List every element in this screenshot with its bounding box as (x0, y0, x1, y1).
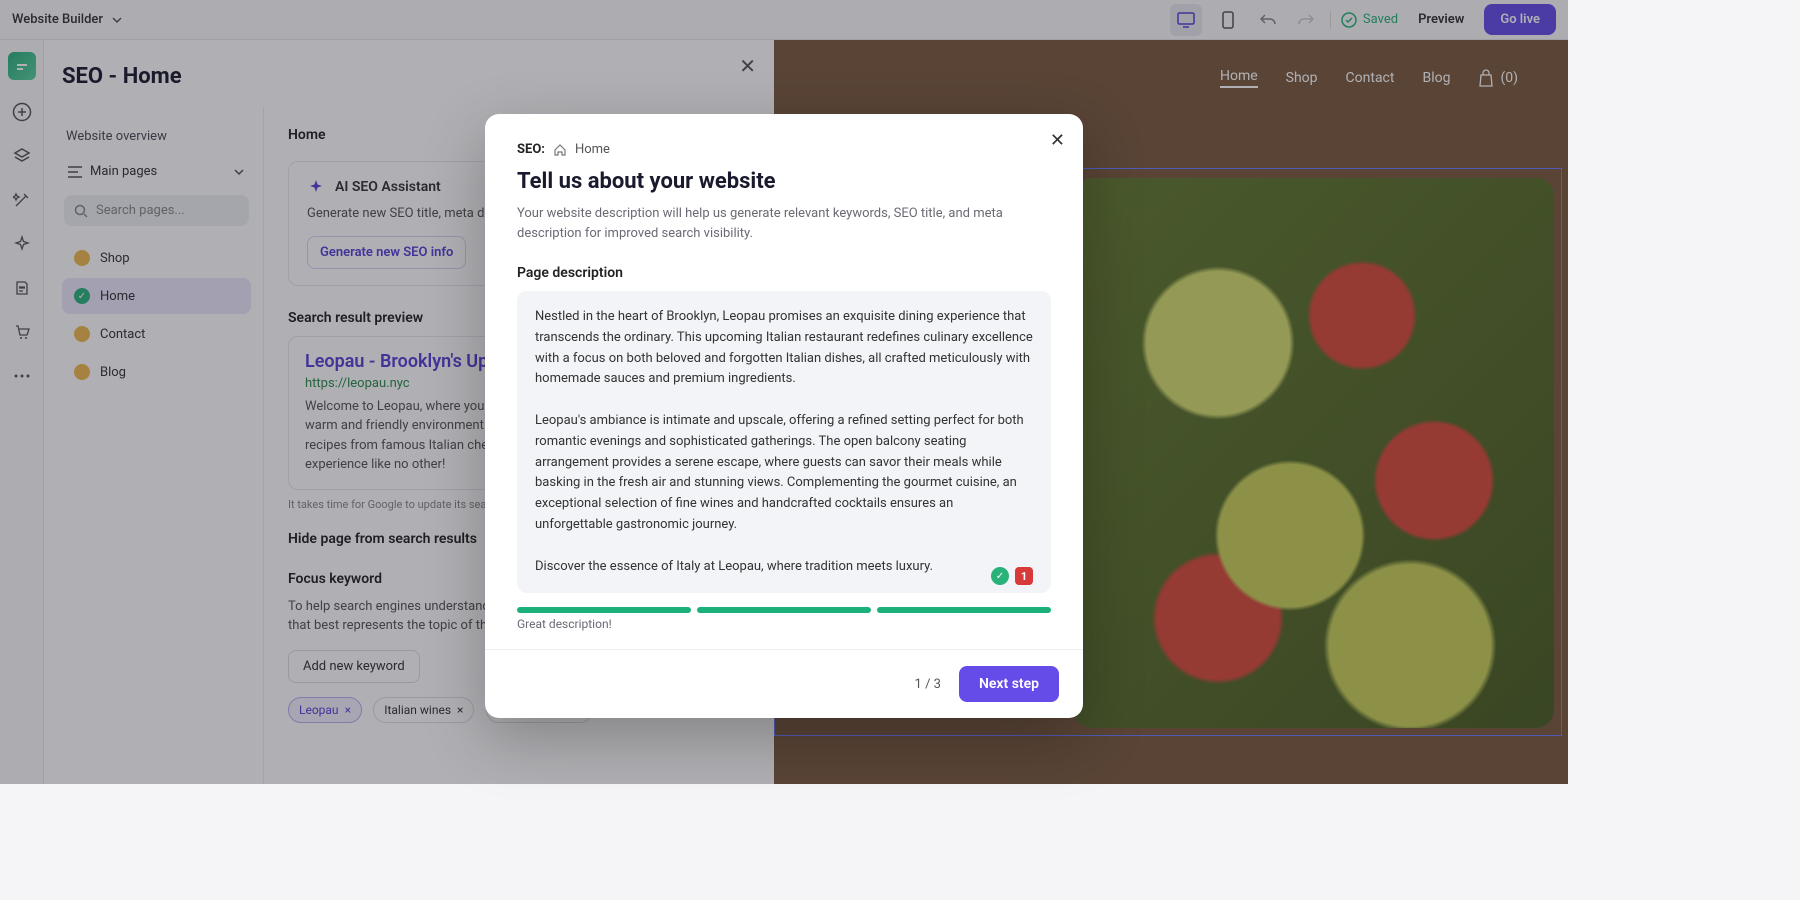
page-description-textarea[interactable] (517, 291, 1051, 593)
grammar-error-badge[interactable]: 1 (1015, 567, 1033, 585)
description-strength-meter (517, 607, 1051, 613)
page-description-label: Page description (517, 265, 1051, 281)
grammar-ok-badge[interactable]: ✓ (991, 567, 1009, 585)
home-icon (553, 143, 567, 157)
modal-breadcrumb: SEO: Home (517, 142, 1051, 157)
modal-subtitle: Your website description will help us ge… (517, 204, 1051, 243)
step-indicator: 1 / 3 (915, 677, 941, 692)
seo-wizard-modal: ✕ SEO: Home Tell us about your website Y… (485, 114, 1083, 718)
next-step-button[interactable]: Next step (959, 666, 1059, 702)
modal-title: Tell us about your website (517, 169, 1051, 194)
modal-close-button[interactable]: ✕ (1050, 130, 1065, 151)
meter-label: Great description! (517, 617, 1051, 631)
